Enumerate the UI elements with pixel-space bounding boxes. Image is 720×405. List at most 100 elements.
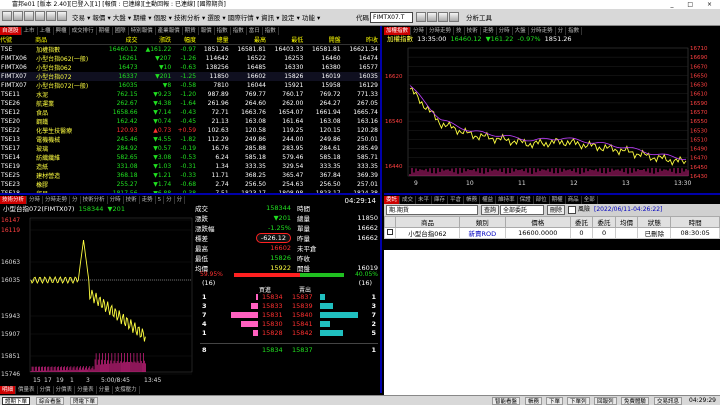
main-menu[interactable]: 交易 ▾ 報價 ▾ 大盤 ▾ 期權 ▾ 個股 ▾ 技術分析 ▾ 選股 ▾ 國際行… [72,12,320,22]
order-book-row[interactable]: 7 15831 15840 7 [200,311,378,320]
quote-tab[interactable]: 特別報價 [129,27,156,35]
bid-price[interactable]: 15833 [262,302,283,310]
futures-bottom-tab[interactable]: 分量 [97,386,113,394]
table-row[interactable]: TSE20 鋼鐵 162.42 ▼0.74 -0.45 21.13 163.08 161.64… [0,117,380,126]
order-book-row[interactable]: 1 15828 15842 5 [200,329,378,338]
column-header[interactable]: 成交 [102,35,140,45]
status-button[interactable]: 帳務 [525,397,543,405]
row-checkbox[interactable] [387,229,394,235]
futures-bottom-tab[interactable]: 價量表 [16,386,38,394]
orders-tab[interactable]: 期權 [550,196,566,204]
news-icon[interactable] [438,12,448,22]
table-row[interactable]: FIMTX06 小型台指062 16473 ▼10 -0.63 138256 16485 16… [0,63,380,72]
quote-tab[interactable]: 指數 [263,27,279,35]
column-header[interactable]: 商品 [35,35,103,45]
quote-tab[interactable]: 上櫃 [38,27,54,35]
futures-tab[interactable]: 5 [156,196,165,204]
orders-tab[interactable]: 商品 [566,196,582,204]
table-row[interactable]: TSE26 航運業 262.67 ▼4.38 -1.64 261.96 264.60 262.… [0,99,380,108]
orders-tab[interactable]: 成交 [400,196,417,204]
column-header[interactable]: 幅度 [173,35,199,45]
quote-tab[interactable]: 期權 [97,27,113,35]
column-header[interactable]: 類別 [458,216,506,228]
window-controls[interactable]: _ □ × [670,0,718,9]
column-header[interactable]: 代號 [0,35,36,45]
table-row[interactable]: TSE 加權指數 16460.12 ▲161.22 -0.97 1851.26 16581.… [0,45,380,54]
orders-tab[interactable]: 帳務 [464,196,481,204]
delete-button[interactable]: 刪除 [547,205,566,215]
orders-tab[interactable]: 庫存 [432,196,449,204]
settings-icon[interactable] [35,11,45,21]
column-header[interactable]: 最高 [230,35,268,45]
status-button[interactable]: 回報列 [594,397,617,405]
order-row[interactable]: 小型台指062 新賣ROD 16600.0000 0 0 已刪除 08:30:05 [383,227,720,239]
quote-tab[interactable]: 上市 [22,27,38,35]
orders-tab[interactable]: 部位 [534,196,550,204]
quote-tab[interactable]: 報價 [199,27,215,35]
index-tab[interactable]: 加權指數 [384,27,412,35]
futures-tab[interactable]: 分 [164,196,175,204]
ask-price[interactable]: 15841 [292,320,313,328]
ask-price[interactable]: 15837 [292,293,313,301]
futures-tab[interactable]: 技術 [124,196,140,204]
status-button[interactable]: 證期下單 [2,397,31,405]
index-tab[interactable]: 分時走勢 [427,27,455,35]
index-line-chart[interactable]: 16710 16690 16670 16650 16630 16610 16590 16570… [384,44,720,193]
futures-tab[interactable]: 分 [175,196,186,204]
chart-icon[interactable] [427,12,437,22]
quote-tab[interactable]: 當日 [247,27,263,35]
ask-price[interactable]: 15839 [292,302,313,310]
column-header[interactable]: 均價 [614,216,639,228]
order-book-row[interactable]: 1 15834 15837 1 [200,293,378,302]
orders-tab[interactable]: 委託 [384,196,401,204]
index-tab[interactable]: 走勢 [481,27,497,35]
table-row[interactable]: TSE17 玻璃 284.92 ▼0.57 -0.19 16.76 285.88 283.95… [0,144,380,153]
refresh-icon[interactable] [13,11,23,21]
column-header[interactable]: 總量 [198,35,231,45]
table-row[interactable]: TSE13 電機機械 245.46 ▼4.55 -1.82 112.29 249.86 244… [0,135,380,144]
quote-tab[interactable]: 成交排行 [70,27,97,35]
print-icon[interactable] [24,11,34,21]
code-input[interactable]: FIMTX07.T [370,12,413,23]
column-header[interactable]: 委託 [592,216,616,228]
table-row[interactable]: FIMTX07 小型台指072 16337 ▼201 -1.25 11850 16602 15… [0,72,380,81]
star-icon[interactable] [449,12,459,22]
futures-bottom-tab[interactable]: 分價 [38,386,54,394]
futures-tab[interactable]: 分時 [27,196,44,204]
quote-tab[interactable]: 指數 [231,27,247,35]
column-header[interactable]: 狀態 [637,216,672,228]
status-button[interactable]: 閃電下單 [70,397,99,405]
status-button[interactable]: 智能看盤 [492,397,521,405]
index-tab[interactable]: 指數 [566,27,583,35]
order-filter-select[interactable]: 全部委託 [500,205,544,215]
quote-tab[interactable]: 指數 [215,27,231,35]
quote-tab[interactable]: 期貨 [183,27,199,35]
search-icon[interactable] [416,12,426,22]
quote-tab[interactable]: 自選股 [0,27,22,35]
table-row[interactable]: TSE22 化學生技醫療 120.93 ▲0.73 +0.59 102.63 120.58 1… [0,126,380,135]
orders-tab[interactable]: 保證 [518,196,534,204]
analysis-tools[interactable]: 分析工具 [466,12,492,22]
quote-tab[interactable]: 興櫃 [54,27,70,35]
futures-intraday-chart[interactable]: 16147 16119 16063 16035 15943 15907 15851 15746… [0,214,194,386]
bid-price[interactable]: 15830 [262,320,283,328]
index-tab[interactable]: 大盤 [513,27,529,35]
column-header[interactable]: 漲跌 [139,35,174,45]
orders-tab[interactable]: 未平 [416,196,433,204]
column-header[interactable]: 委託 [569,216,594,228]
index-tab[interactable]: 分時走勢 [529,27,556,35]
bid-price[interactable]: 15831 [262,311,283,319]
index-tab[interactable]: 分 [556,27,567,35]
column-header[interactable]: 商品 [395,216,460,228]
column-header[interactable] [383,216,397,228]
orders-tab[interactable]: 全部 [582,196,598,204]
index-tab[interactable]: 分時 [497,27,513,35]
table-row[interactable]: TSE23 橡膠 255.27 ▼1.74 -0.68 2.74 256.50 254.63 2… [0,180,380,189]
futures-bottom-tab[interactable]: 分量表 [75,386,97,394]
lock-icon[interactable] [57,11,67,21]
futures-tab[interactable]: 技術分析 [0,196,28,204]
ask-price[interactable]: 15842 [292,329,313,337]
futures-tab[interactable]: 分 [70,196,81,204]
table-row[interactable]: TSE25 建材營造 368.18 ▼1.21 -0.33 11.71 368.25 365.… [0,171,380,180]
orders-tab[interactable]: 權益 [480,196,497,204]
